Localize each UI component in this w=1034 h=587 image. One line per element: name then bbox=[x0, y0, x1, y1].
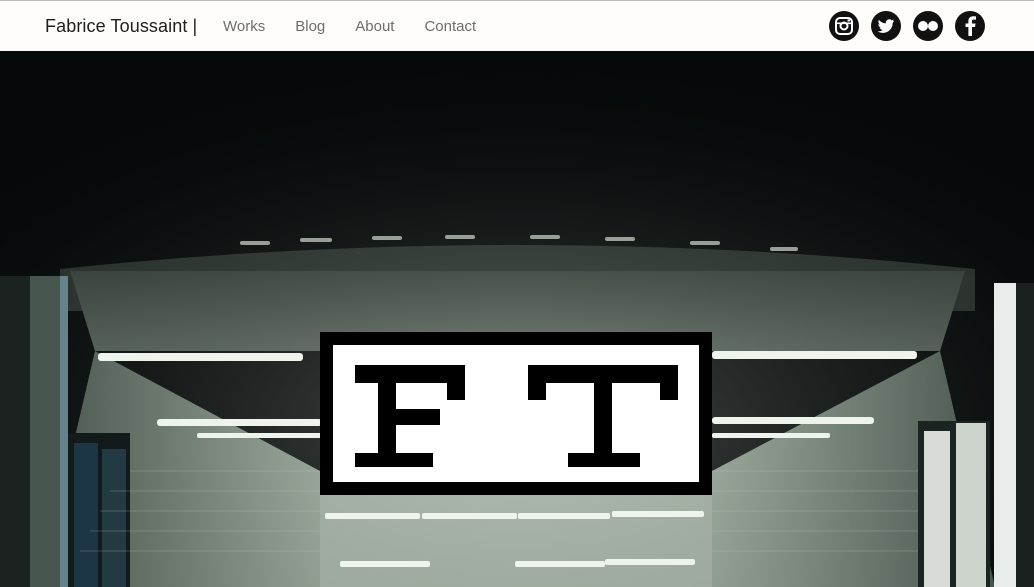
social-links bbox=[829, 11, 997, 41]
flickr-link[interactable] bbox=[913, 11, 943, 41]
subway-tunnel-photo bbox=[0, 51, 1034, 587]
instagram-icon bbox=[835, 17, 853, 35]
ft-monogram bbox=[355, 365, 678, 467]
nav-about[interactable]: About bbox=[355, 18, 394, 35]
instagram-link[interactable] bbox=[829, 11, 859, 41]
hero-banner bbox=[0, 51, 1034, 587]
nav-blog[interactable]: Blog bbox=[295, 18, 325, 35]
facebook-icon bbox=[965, 16, 976, 36]
logo-panel bbox=[333, 345, 699, 482]
twitter-icon bbox=[877, 19, 895, 33]
main-nav: Works Blog About Contact bbox=[223, 18, 506, 35]
nav-works[interactable]: Works bbox=[223, 18, 265, 35]
site-brand[interactable]: Fabrice Toussaint | bbox=[45, 16, 197, 37]
facebook-link[interactable] bbox=[955, 11, 985, 41]
site-logo bbox=[320, 332, 712, 495]
flickr-icon bbox=[918, 21, 938, 31]
twitter-link[interactable] bbox=[871, 11, 901, 41]
nav-contact[interactable]: Contact bbox=[424, 18, 476, 35]
top-navbar: Fabrice Toussaint | Works Blog About Con… bbox=[0, 0, 1034, 51]
